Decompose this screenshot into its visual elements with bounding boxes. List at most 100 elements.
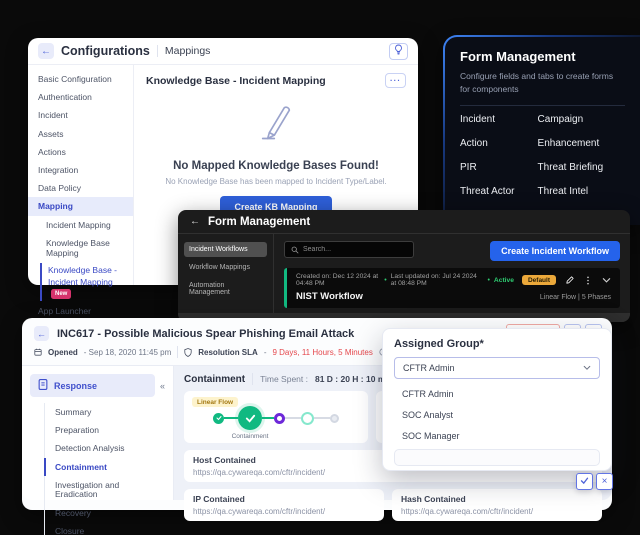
nav-section-label: Response — [54, 381, 97, 391]
phase-item-investigation[interactable]: Investigation and Eradication — [45, 476, 165, 504]
option-soc-manager[interactable]: SOC Manager — [394, 425, 600, 446]
sidebar-item-basic-configuration[interactable]: Basic Configuration — [28, 70, 133, 88]
search-box[interactable] — [284, 241, 414, 258]
ip-contained-field[interactable]: IP Contained https://qa.cywareqa.com/cft… — [184, 489, 384, 521]
form-type-threat-intel[interactable]: Threat Intel — [538, 180, 625, 204]
workflow-management-panel: ← Form Management Incident Workflows Wor… — [178, 210, 630, 322]
chevron-down-icon — [583, 365, 591, 371]
created-on-text: Created on: Dec 12 2024 at 04:48 PM — [296, 273, 380, 287]
form-management-title: Form Management — [460, 49, 625, 64]
create-incident-workflow-button[interactable]: Create Incident Workflow — [490, 241, 620, 261]
sidebar-item-incident[interactable]: Incident — [28, 106, 133, 124]
sidebar-item-actions[interactable]: Actions — [28, 143, 133, 161]
workflow-header: ← Form Management — [178, 210, 630, 234]
sidebar-item-incident-mapping[interactable]: Incident Mapping — [28, 216, 133, 234]
workflow-page-title: Form Management — [208, 216, 310, 228]
empty-input[interactable] — [394, 449, 600, 466]
popup-action-buttons: × — [576, 473, 613, 490]
hash-contained-field[interactable]: Hash Contained https://qa.cywareqa.com/c… — [392, 489, 602, 521]
assigned-group-select[interactable]: CFTR Admin — [394, 357, 600, 379]
divider — [460, 105, 625, 106]
empty-state-title: No Mapped Knowledge Bases Found! — [146, 160, 406, 172]
default-badge: Default — [522, 275, 556, 285]
section-title: Knowledge Base - Incident Mapping — [146, 75, 326, 87]
tab-automation-management[interactable]: Automation Management — [184, 278, 267, 300]
form-type-incident[interactable]: Incident — [460, 108, 538, 132]
option-cftr-admin[interactable]: CFTR Admin — [394, 383, 600, 404]
workflow-name[interactable]: NIST Workflow — [296, 291, 363, 302]
confirm-button[interactable] — [576, 473, 593, 490]
step-active-next[interactable] — [274, 413, 285, 424]
tips-button[interactable] — [389, 43, 408, 60]
field-value: https://qa.cywareqa.com/cftr/incident/ — [401, 507, 593, 516]
sidebar-item-mapping[interactable]: Mapping — [28, 197, 133, 215]
sidebar-item-knowledge-base-mapping[interactable]: Knowledge Base Mapping — [28, 234, 133, 262]
option-soc-analyst[interactable]: SOC Analyst — [394, 404, 600, 425]
step-done-icon[interactable] — [213, 413, 224, 424]
kebab-menu-icon[interactable] — [584, 276, 592, 285]
form-type-action[interactable]: Action — [460, 132, 538, 156]
sidebar-item-assets[interactable]: Assets — [28, 125, 133, 143]
sidebar-item-kb-incident-mapping[interactable]: Knowledge Base - Incident Mapping New — [40, 263, 133, 301]
form-type-threat-briefing[interactable]: Threat Briefing — [538, 156, 625, 180]
search-icon — [291, 241, 299, 259]
time-spent-label: Time Spent : — [260, 374, 308, 384]
ellipsis-icon: ··· — [390, 76, 401, 85]
sla-label: Resolution SLA — [198, 348, 258, 357]
chevron-down-icon[interactable] — [602, 277, 611, 284]
sidebar-item-label: Knowledge Base - Incident Mapping — [48, 265, 117, 286]
empty-state-subtitle: No Knowledge Base has been mapped to Inc… — [146, 177, 406, 186]
check-icon — [580, 476, 589, 488]
opened-value: - Sep 18, 2020 11:45 pm — [84, 348, 171, 357]
phase-list: Summary Preparation Detection Analysis C… — [44, 403, 165, 535]
form-type-campaign[interactable]: Campaign — [538, 108, 625, 132]
field-label: IP Contained — [193, 494, 375, 504]
search-input[interactable] — [303, 246, 407, 253]
more-options-button[interactable]: ··· — [385, 73, 406, 88]
assigned-group-popup: Assigned Group* CFTR Admin CFTR Admin SO… — [382, 328, 612, 471]
back-arrow-icon[interactable]: ← — [190, 216, 200, 227]
cancel-button[interactable]: × — [596, 473, 613, 490]
phase-item-detection-analysis[interactable]: Detection Analysis — [45, 440, 165, 458]
calendar-icon — [34, 348, 42, 356]
back-arrow-icon[interactable]: ← — [38, 43, 54, 59]
sidebar-item-authentication[interactable]: Authentication — [28, 88, 133, 106]
workflow-tabs: Incident Workflows Workflow Mappings Aut… — [178, 234, 274, 313]
phase-item-containment[interactable]: Containment — [44, 458, 165, 476]
document-icon — [38, 379, 48, 392]
tab-incident-workflows[interactable]: Incident Workflows — [184, 242, 267, 257]
form-type-pir[interactable]: PIR — [460, 156, 538, 180]
page-title: Configurations — [61, 44, 150, 58]
phase-item-preparation[interactable]: Preparation — [45, 421, 165, 439]
separator-dot: • — [487, 277, 489, 284]
edit-pencil-icon[interactable] — [566, 276, 574, 284]
step-upcoming[interactable] — [301, 412, 314, 425]
phase-item-closure[interactable]: Closure — [45, 522, 165, 535]
step-current-containment[interactable] — [238, 406, 262, 430]
lightbulb-icon — [394, 42, 403, 60]
new-badge: New — [51, 289, 71, 299]
step-future[interactable] — [330, 414, 339, 423]
back-arrow-icon[interactable]: ← — [34, 326, 49, 341]
sidebar-item-data-policy[interactable]: Data Policy — [28, 179, 133, 197]
sla-value: 9 Days, 11 Hours, 5 Minutes — [272, 348, 372, 357]
form-type-enhancement[interactable]: Enhancement — [538, 132, 625, 156]
last-updated-text: Last updated on: Jul 24 2024 at 08:48 PM — [391, 273, 484, 287]
sidebar-item-integration[interactable]: Integration — [28, 161, 133, 179]
nav-section-response[interactable]: Response — [30, 374, 155, 397]
status-badge: Active — [494, 277, 514, 284]
phase-item-summary[interactable]: Summary — [45, 403, 165, 421]
collapse-sidebar-icon[interactable]: « — [160, 381, 165, 391]
selected-option: CFTR Admin — [403, 363, 455, 373]
field-value: https://qa.cywareqa.com/cftr/incident/ — [193, 507, 375, 516]
close-icon: × — [602, 476, 608, 487]
form-type-threat-actor[interactable]: Threat Actor — [460, 180, 538, 204]
screenshot-canvas: Form Management Configure fields and tab… — [0, 0, 640, 535]
form-management-card: Form Management Configure fields and tab… — [443, 35, 640, 225]
shield-icon — [184, 348, 192, 357]
tab-workflow-mappings[interactable]: Workflow Mappings — [184, 260, 267, 275]
workflow-stepper-card: Linear Flow Containment — [184, 391, 368, 443]
divider — [157, 45, 158, 57]
phase-item-recovery[interactable]: Recovery — [45, 504, 165, 522]
step-current-label: Containment — [232, 433, 269, 440]
